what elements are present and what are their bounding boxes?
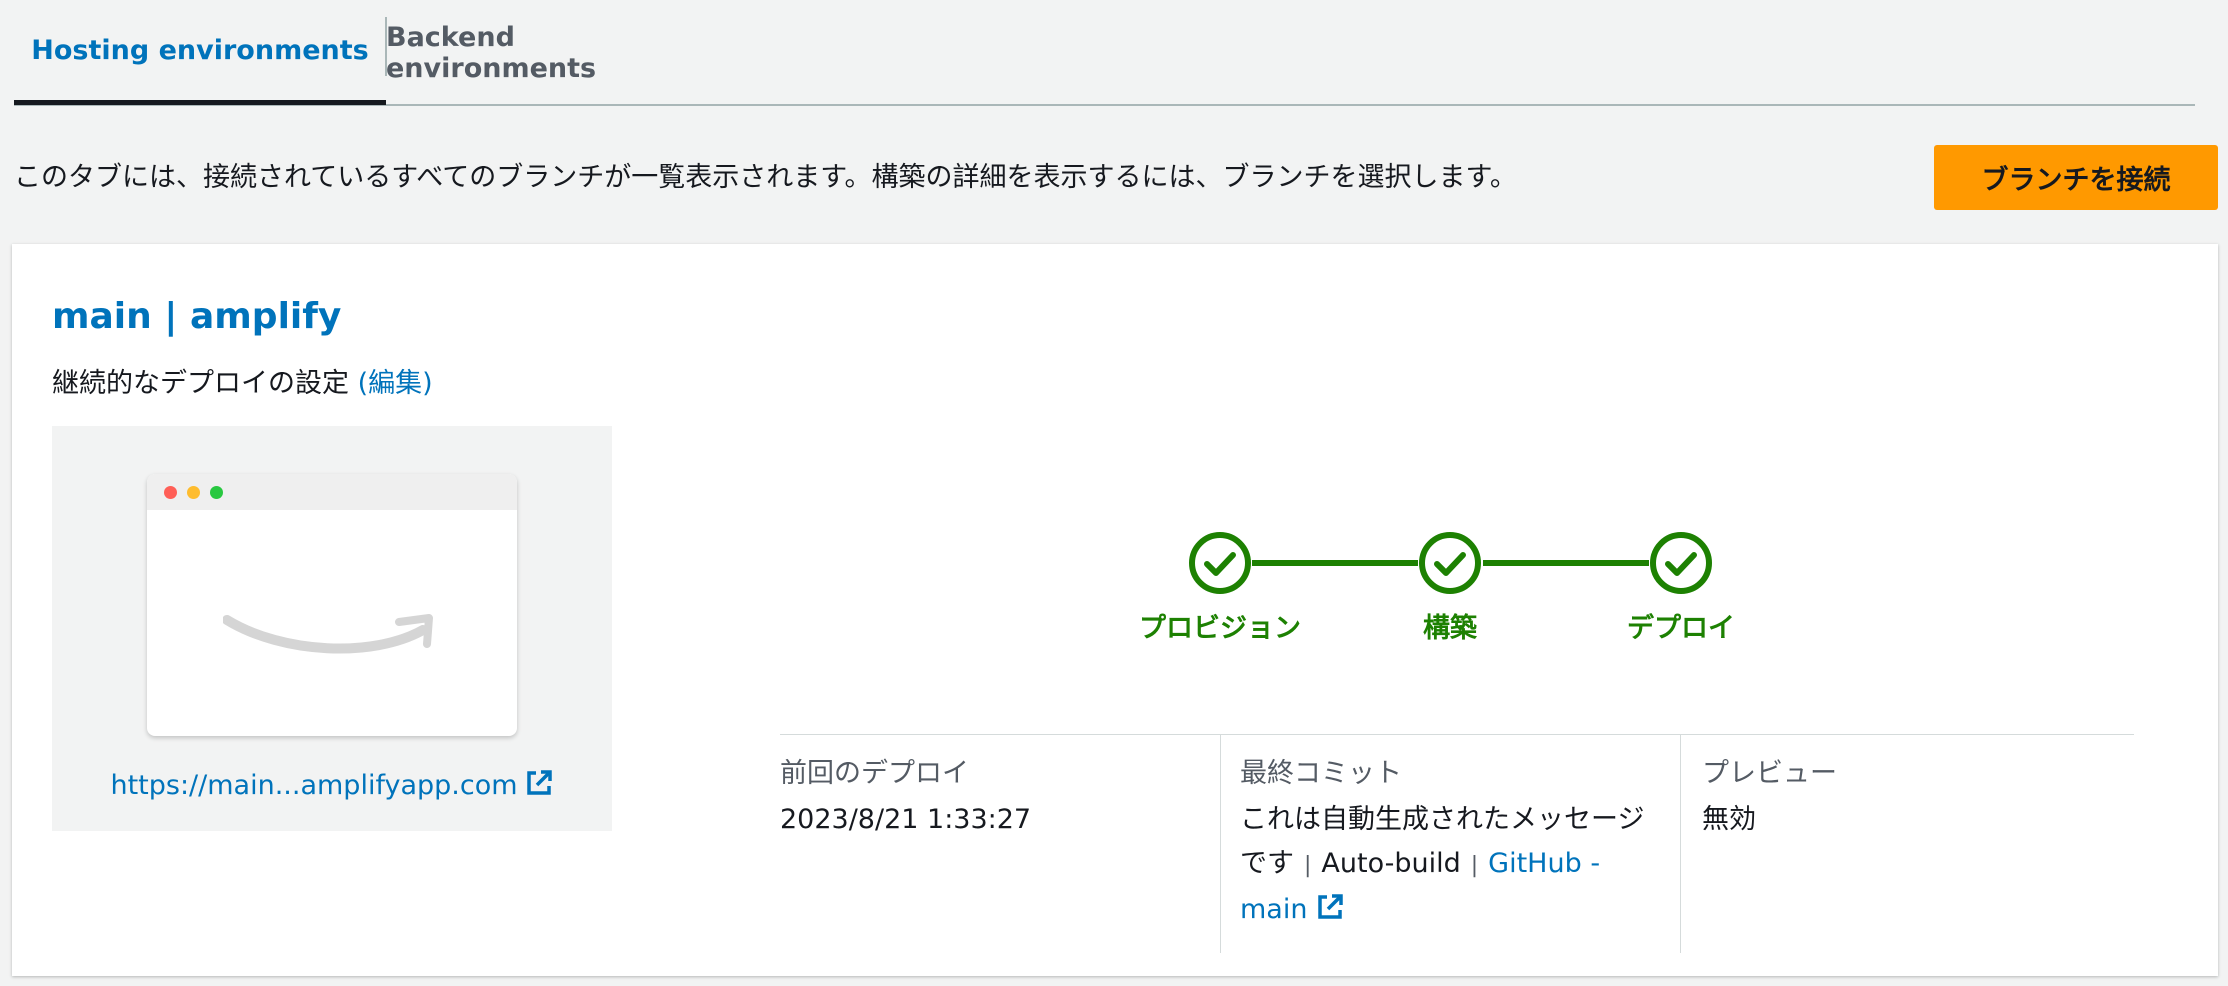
branch-title-link[interactable]: main | amplify (52, 296, 341, 337)
deploy-setting-label: 継続的なデプロイの設定 (52, 368, 349, 399)
site-preview-panel: https://main...amplifyapp.com (52, 426, 612, 831)
site-url-link[interactable]: https://main...amplifyapp.com (52, 768, 612, 805)
minimize-dot-icon (187, 486, 200, 499)
commit-source: Auto-build (1321, 848, 1461, 879)
preview-label: プレビュー (1702, 758, 1837, 789)
provision-check-icon (1189, 532, 1251, 594)
build-check-icon (1419, 532, 1481, 594)
external-link-icon (524, 768, 554, 805)
step-label-build: 構築 (1423, 613, 1477, 644)
pipeline-connector-2 (1483, 560, 1649, 566)
environment-tabs: Hosting environments Backend environment… (14, 0, 2195, 106)
deploy-setting: 継続的なデプロイの設定 (編集) (52, 362, 433, 406)
separator: | (1304, 853, 1312, 878)
info-column-divider (1680, 735, 1681, 953)
external-link-icon (1315, 892, 1345, 936)
last-deploy-value: 2023/8/21 1:33:27 (780, 804, 1032, 835)
connect-branch-button[interactable]: ブランチを接続 (1934, 145, 2218, 210)
last-commit-value: これは自動生成されたメッセージです | Auto-build | GitHub - ma… (1240, 798, 1660, 936)
info-divider (780, 734, 2134, 735)
last-commit-section: 最終コミット これは自動生成されたメッセージです | Auto-build | GitH… (1240, 752, 1670, 936)
step-label-provision: プロビジョン (1139, 613, 1301, 644)
tab-backend-environments[interactable]: Backend environments (386, 0, 720, 106)
deploy-check-icon (1650, 532, 1712, 594)
last-commit-label: 最終コミット (1240, 758, 1402, 789)
maximize-dot-icon (210, 486, 223, 499)
tab-description: このタブには、接続されているすべてのブランチが一覧表示されます。構築の詳細を表示… (14, 162, 1517, 193)
tab-backend-label: Backend environments (386, 22, 597, 84)
preview-section: プレビュー 無効 (1702, 752, 2102, 842)
browser-title-bar (147, 474, 517, 510)
info-column-divider (1220, 735, 1221, 953)
browser-thumbnail (147, 474, 517, 736)
preview-value: 無効 (1702, 804, 1756, 835)
branch-card: main | amplify 継続的なデプロイの設定 (編集) https://… (12, 244, 2218, 976)
site-url-text: https://main...amplifyapp.com (110, 770, 518, 801)
tab-hosting-environments[interactable]: Hosting environments (14, 0, 386, 105)
tab-hosting-label: Hosting environments (31, 34, 369, 66)
step-label-deploy: デプロイ (1627, 613, 1735, 644)
close-dot-icon (164, 486, 177, 499)
last-deploy-label: 前回のデプロイ (780, 758, 969, 789)
last-deploy-section: 前回のデプロイ 2023/8/21 1:33:27 (780, 752, 1210, 842)
edit-link[interactable]: (編集) (358, 368, 433, 399)
amazon-smile-icon (223, 614, 433, 654)
separator: | (1470, 853, 1479, 878)
pipeline-connector-1 (1252, 560, 1418, 566)
